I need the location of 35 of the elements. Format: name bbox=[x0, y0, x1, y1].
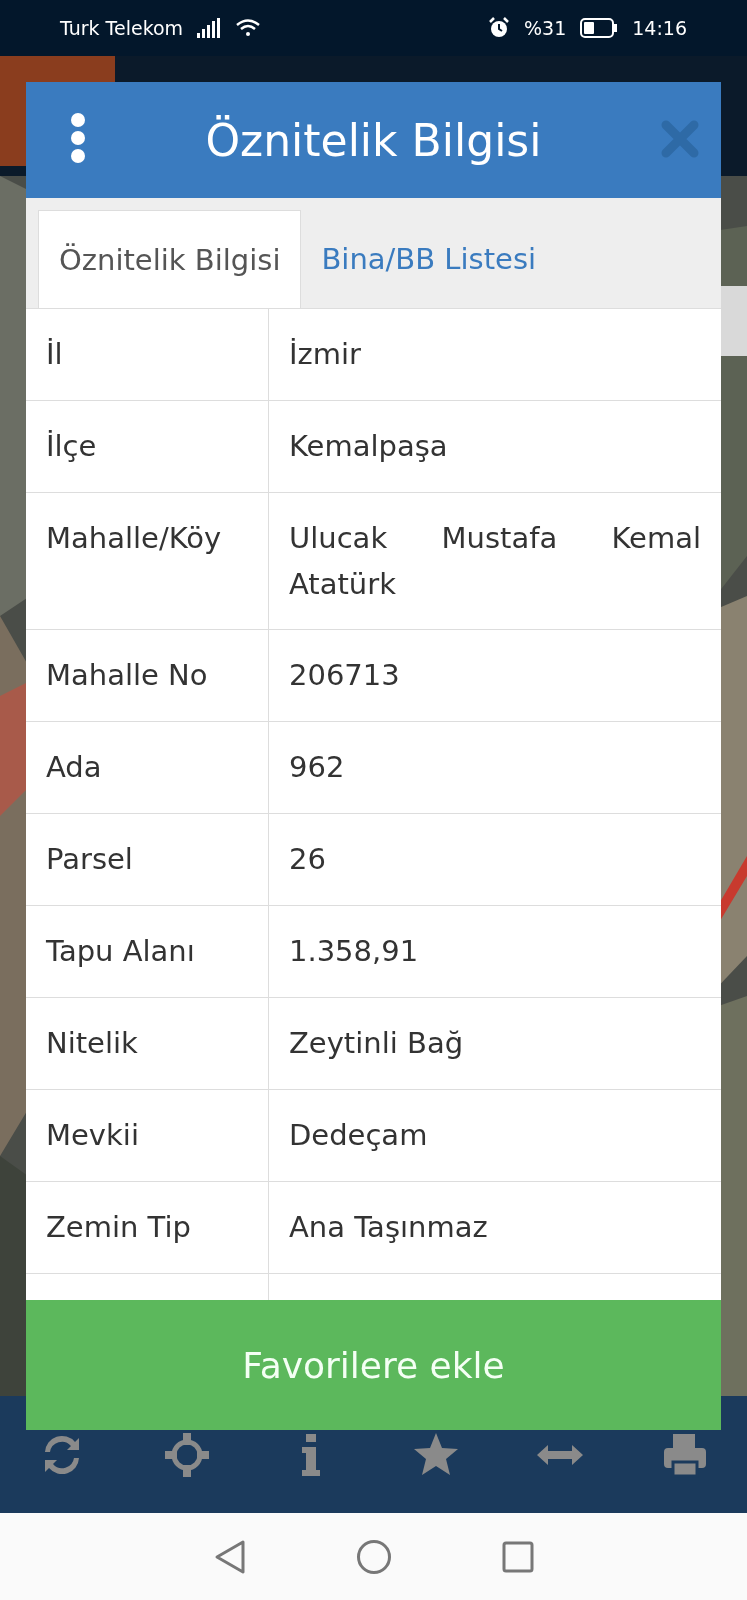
attribute-label: Nitelik bbox=[45, 1025, 139, 1062]
tab[interactable]: Bina/BB Listesi bbox=[301, 210, 557, 308]
battery-percent: %31 bbox=[524, 17, 567, 39]
attribute-value: 962 bbox=[268, 722, 721, 813]
carrier-name: Turk Telekom bbox=[60, 17, 184, 39]
attribute-value: Zeytinli Bağ bbox=[268, 998, 721, 1089]
attribute-value: Ana Taşınmaz bbox=[268, 1182, 721, 1273]
attribute-label: Mahalle No bbox=[45, 657, 209, 694]
home-icon[interactable] bbox=[355, 1538, 392, 1575]
menu-icon[interactable] bbox=[70, 112, 86, 164]
battery-icon bbox=[580, 18, 619, 38]
back-icon[interactable] bbox=[213, 1538, 246, 1575]
attribute-value: Kemalpaşa bbox=[268, 401, 721, 492]
attribute-value: 26 bbox=[268, 814, 721, 905]
attribute-label: Mevkii bbox=[45, 1117, 140, 1154]
attribute-value: Dedeçam bbox=[268, 1090, 721, 1181]
attribute-label: Parsel bbox=[45, 841, 134, 878]
wifi-icon bbox=[235, 18, 262, 38]
attribute-label: Ada bbox=[45, 749, 103, 786]
add-favorites-button[interactable]: Favorilere ekle bbox=[26, 1300, 721, 1430]
attribute-value: İzmir bbox=[268, 309, 721, 400]
tab[interactable]: Öznitelik Bilgisi bbox=[38, 210, 302, 308]
clock-time: 14:16 bbox=[632, 17, 687, 39]
signal-icon bbox=[197, 18, 222, 38]
attribute-value: Ulucak Mustafa Kemal Atatürk bbox=[268, 493, 721, 629]
recent-apps-icon[interactable] bbox=[501, 1540, 534, 1573]
attribute-label: Tapu Alanı bbox=[45, 933, 196, 970]
attribute-label: İlçe bbox=[45, 428, 98, 465]
dialog-title: Öznitelik Bilgisi bbox=[205, 114, 542, 166]
attribute-label: Mahalle/Köy bbox=[45, 520, 223, 557]
attribute-value: 206713 bbox=[268, 630, 721, 721]
attribute-label: İl bbox=[45, 336, 64, 373]
attribute-value: 1.358,91 bbox=[268, 906, 721, 997]
attribute-label: Zemin Tip bbox=[45, 1209, 192, 1246]
alarm-icon bbox=[488, 17, 510, 39]
